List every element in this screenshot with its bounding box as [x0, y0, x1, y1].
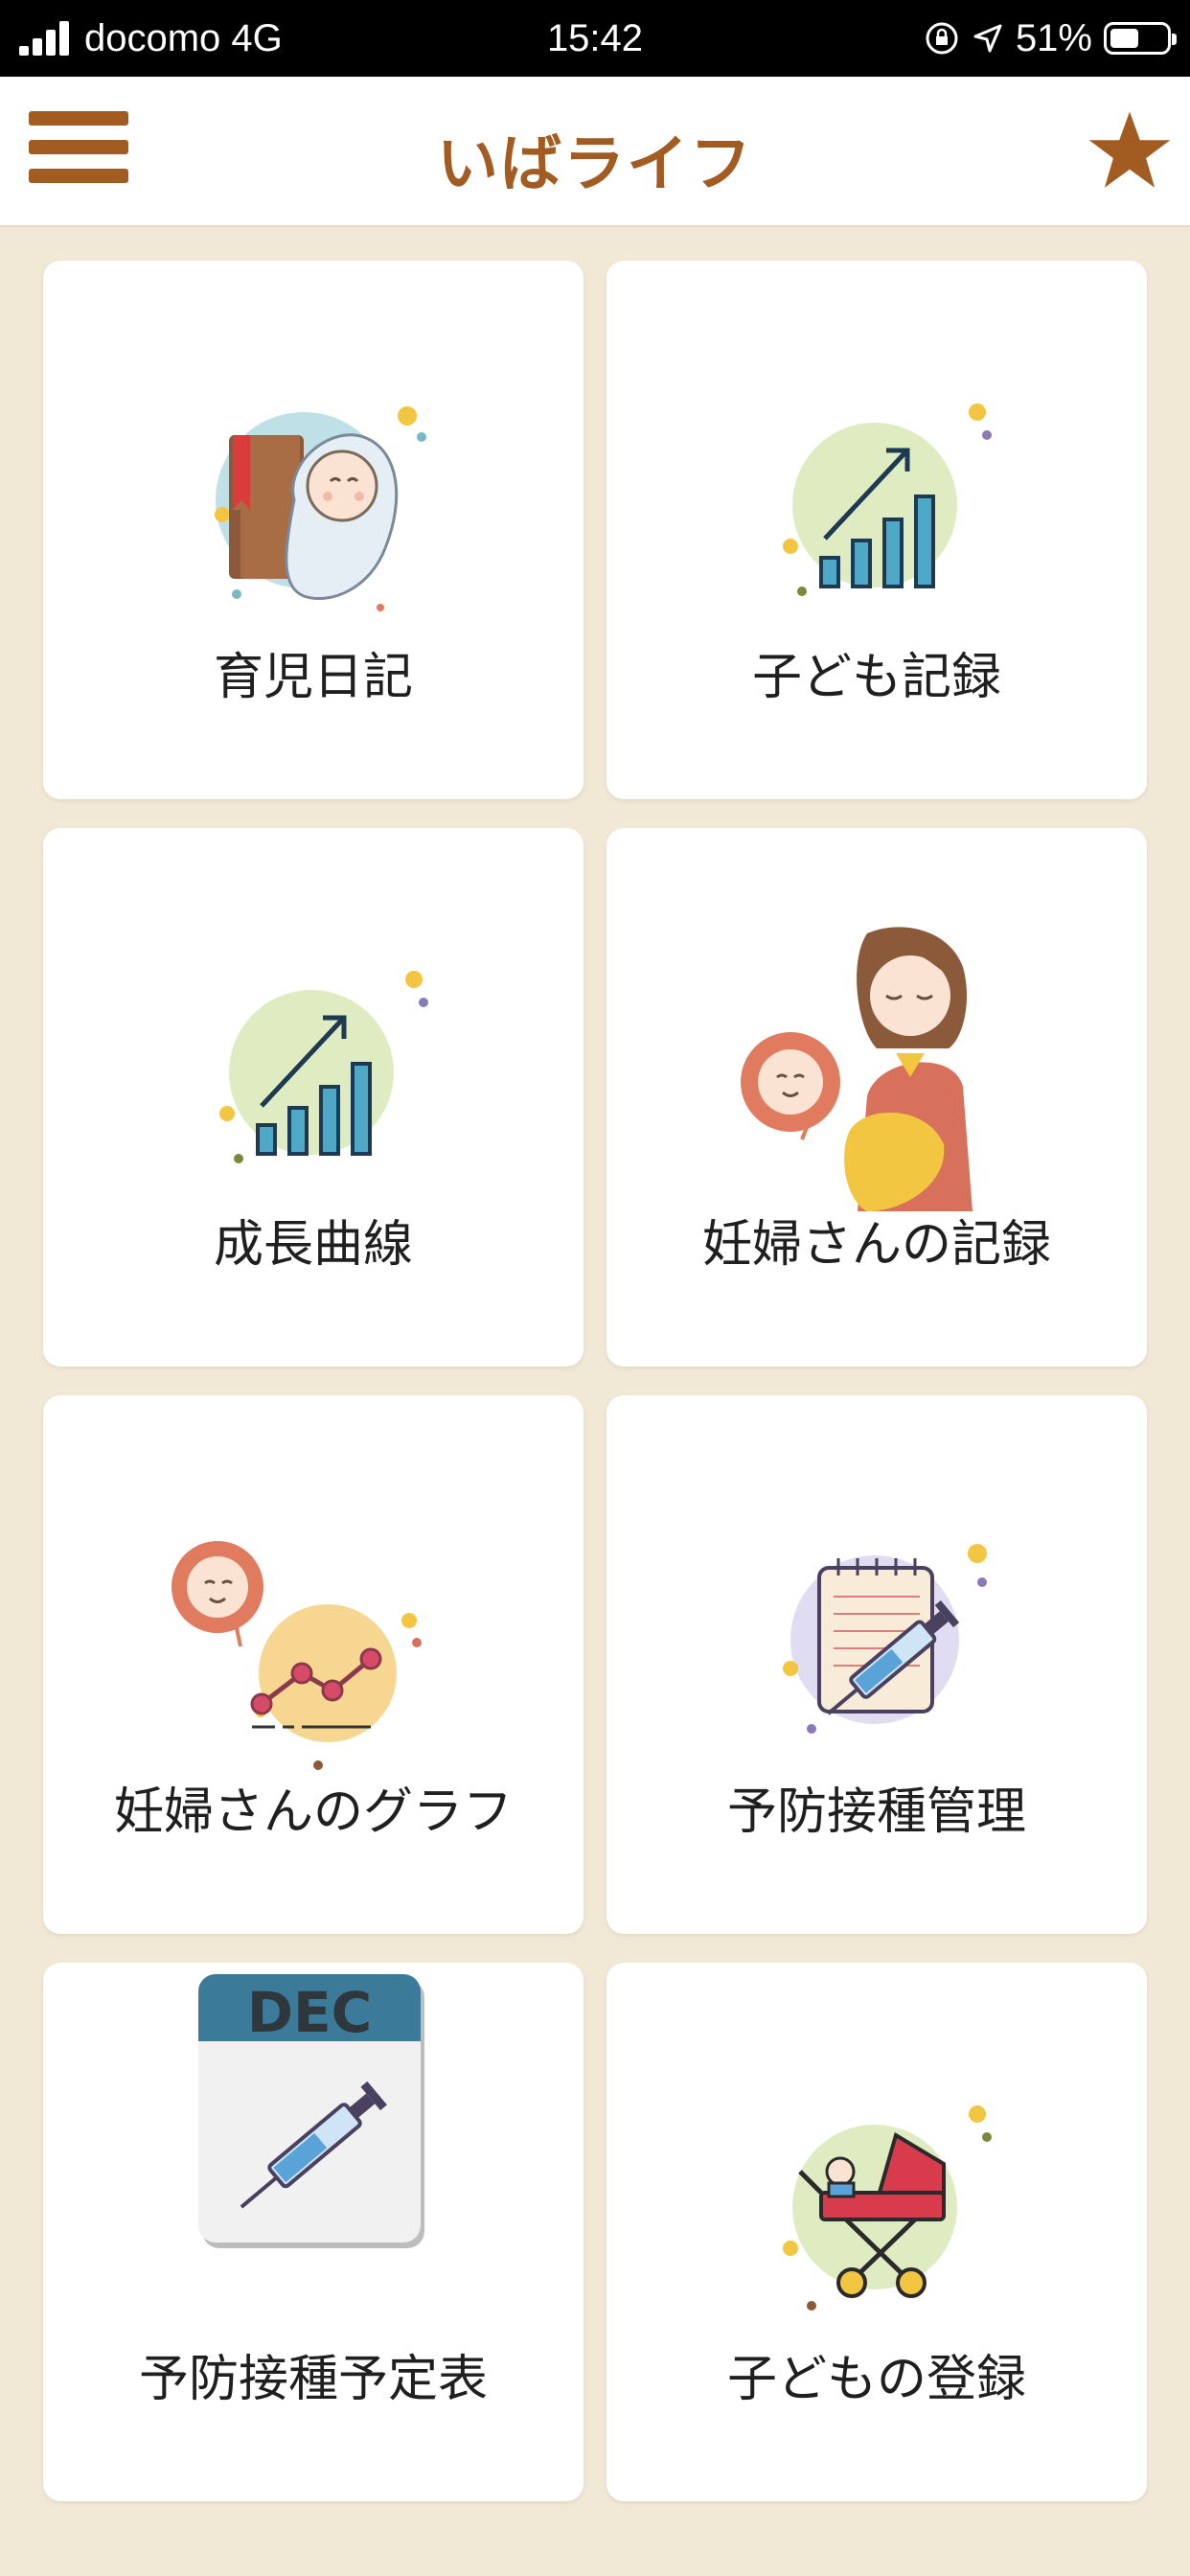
menu-card-label: 予防接種予定表 — [138, 2351, 488, 2408]
pregnant-woman-icon — [741, 927, 973, 1211]
menu-card-child-record[interactable]: 子ども記録 — [606, 261, 1147, 799]
menu-card-label: 妊婦さんの記録 — [701, 1216, 1051, 1274]
menu-card-growth-curve[interactable]: 成長曲線 — [43, 828, 584, 1367]
menu-card-pregnancy-record[interactable]: 妊婦さんの記録 — [606, 828, 1147, 1367]
star-icon[interactable] — [1087, 107, 1173, 194]
battery-level — [1110, 29, 1138, 48]
battery-icon — [1104, 22, 1177, 55]
growth-curve-icon — [219, 971, 428, 1163]
calendar-month-text: DEC — [247, 1980, 372, 2045]
menu-card-baby-diary[interactable]: 育児日記 — [43, 261, 584, 799]
app-header: いばライフ — [0, 77, 1190, 227]
menu-card-label: 子ども記録 — [751, 649, 1001, 706]
pregnancy-graph-icon — [172, 1541, 422, 1770]
menu-card-label: 育児日記 — [213, 649, 413, 706]
menu-card-label: 妊婦さんのグラフ — [113, 1783, 513, 1841]
vaccination-calendar-icon: DEC — [198, 1974, 424, 2248]
page-title: いばライフ — [437, 129, 753, 200]
menu-card-child-registration[interactable]: 子どもの登録 — [606, 1963, 1147, 2501]
menu-card-pregnancy-graph[interactable]: 妊婦さんのグラフ — [43, 1395, 584, 1934]
menu-card-vaccination-management[interactable]: 予防接種管理 — [606, 1395, 1147, 1934]
status-bar: docomo 4G 15:42 51% — [0, 0, 1190, 77]
menu-card-label: 予防接種管理 — [726, 1783, 1026, 1841]
rotation-lock-icon — [926, 22, 958, 55]
menu-card-label: 成長曲線 — [213, 1216, 413, 1274]
stroller-icon — [783, 2105, 992, 2311]
battery-percent: 51% — [1015, 16, 1092, 59]
status-right-group: 51% — [924, 15, 1177, 61]
baby-diary-icon — [215, 406, 426, 611]
menu-card-vaccination-schedule[interactable]: DEC 予防接種予定表 — [43, 1963, 584, 2501]
vaccination-notebook-icon — [783, 1544, 987, 1734]
location-arrow-icon — [973, 24, 1002, 53]
menu-card-label: 子どもの登録 — [726, 2351, 1026, 2408]
growth-chart-icon — [783, 403, 992, 596]
